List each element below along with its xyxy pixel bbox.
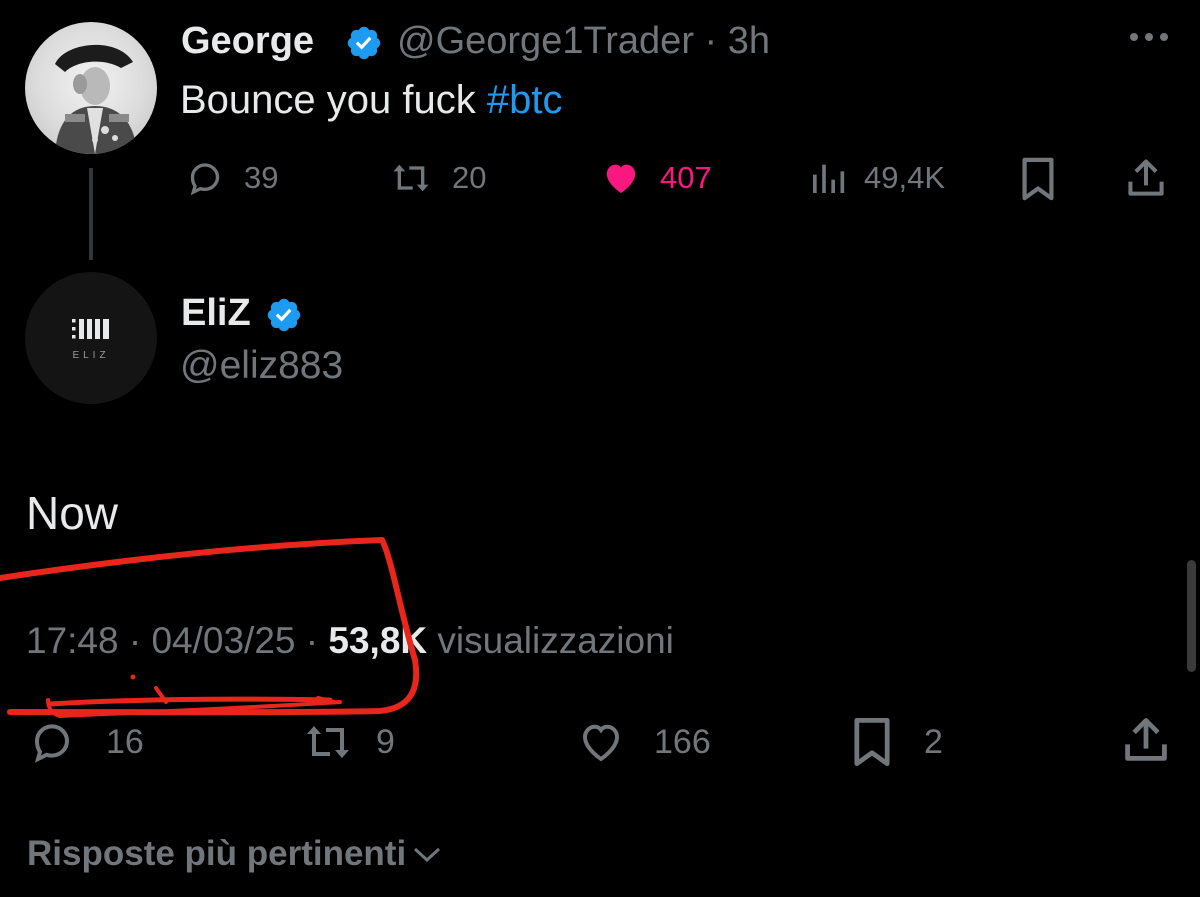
parent-repost-button[interactable]: 20 bbox=[386, 158, 486, 198]
reply-share-button[interactable] bbox=[1120, 714, 1172, 771]
reply-reply-button[interactable]: 16 bbox=[24, 718, 144, 766]
parent-views-button[interactable]: 49,4K bbox=[808, 158, 945, 198]
timestamp[interactable]: 17:48 · 04/03/25 · bbox=[26, 620, 328, 661]
reply-tweet-text: Now bbox=[26, 487, 119, 539]
like-count: 166 bbox=[654, 722, 711, 761]
parent-like-button[interactable]: 407 bbox=[598, 158, 712, 198]
hashtag-link[interactable]: #btc bbox=[487, 78, 563, 122]
bookmark-icon bbox=[1022, 157, 1054, 201]
bookmark-count: 2 bbox=[924, 722, 943, 761]
reply-repost-button[interactable]: 9 bbox=[298, 718, 395, 766]
parent-reply-button[interactable]: 39 bbox=[182, 158, 278, 198]
repost-icon bbox=[393, 164, 429, 192]
reply-timestamp-views: 17:48 · 04/03/25 · 53,8K visualizzazioni bbox=[26, 620, 674, 662]
replies-sort-dropdown[interactable]: Risposte più pertinenti bbox=[27, 834, 442, 874]
share-icon bbox=[1125, 718, 1167, 761]
reply-author-handle[interactable]: @eliz883 bbox=[180, 344, 343, 388]
eliz-logo-icon: ELIZ bbox=[72, 319, 109, 361]
parent-tweet-text: Bounce you fuck #btc bbox=[180, 78, 562, 123]
views-label: visualizzazioni bbox=[427, 620, 674, 661]
avatar-logo-text: ELIZ bbox=[72, 350, 109, 361]
like-count: 407 bbox=[660, 160, 712, 195]
repost-icon bbox=[307, 726, 349, 758]
reply-count: 16 bbox=[106, 722, 144, 761]
chevron-down-icon bbox=[414, 847, 441, 863]
sort-label-text: Risposte più pertinenti bbox=[27, 834, 407, 873]
parent-author-name[interactable]: George bbox=[181, 20, 314, 63]
liked-heart-icon bbox=[606, 164, 636, 193]
general-portrait-image bbox=[55, 44, 137, 154]
share-icon bbox=[1128, 159, 1164, 196]
more-options-icon[interactable] bbox=[1128, 30, 1170, 49]
heart-icon bbox=[582, 724, 620, 762]
reply-icon bbox=[34, 724, 70, 763]
reply-count: 39 bbox=[244, 160, 279, 195]
verified-badge-icon bbox=[265, 296, 303, 339]
parent-share-button[interactable] bbox=[1124, 156, 1168, 205]
reply-icon bbox=[190, 163, 220, 196]
george-avatar[interactable] bbox=[25, 22, 157, 154]
reply-like-button[interactable]: 166 bbox=[574, 718, 711, 766]
repost-count: 9 bbox=[376, 722, 395, 761]
scrollbar-thumb[interactable] bbox=[1187, 560, 1196, 672]
reply-bookmark-button[interactable]: 2 bbox=[850, 716, 943, 768]
views-count: 49,4K bbox=[864, 160, 946, 195]
repost-count: 20 bbox=[452, 160, 487, 195]
views-chart-icon bbox=[813, 164, 845, 193]
tweet-text-plain: Bounce you fuck bbox=[180, 78, 487, 122]
parent-bookmark-button[interactable] bbox=[1018, 156, 1058, 207]
reply-author-name[interactable]: EliZ bbox=[181, 292, 251, 335]
thread-connector-line bbox=[89, 168, 93, 260]
eliz-avatar[interactable]: ELIZ bbox=[25, 272, 157, 404]
views-total: 53,8K bbox=[328, 620, 428, 661]
parent-handle-and-time[interactable]: @George1Trader · 3h bbox=[397, 20, 770, 63]
bookmark-icon bbox=[854, 717, 890, 767]
verified-badge-icon bbox=[345, 24, 383, 67]
